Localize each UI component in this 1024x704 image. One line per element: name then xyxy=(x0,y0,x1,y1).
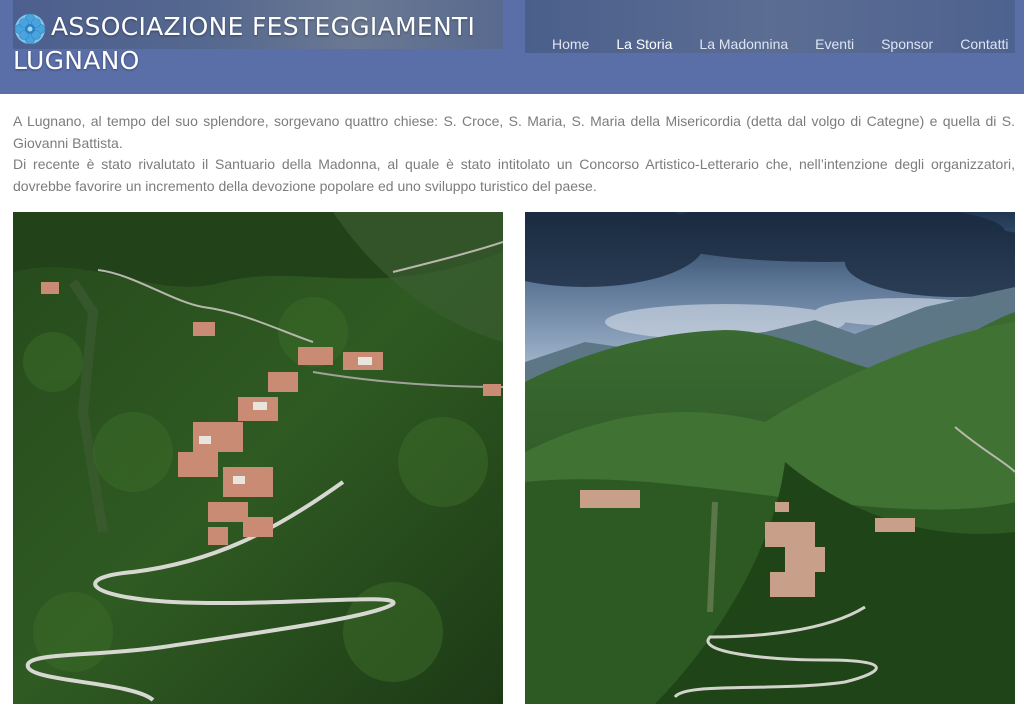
intro-text: A Lugnano, al tempo del suo splendore, s… xyxy=(13,111,1015,197)
nav-la-storia[interactable]: La Storia xyxy=(616,34,672,54)
village-aerial-photo xyxy=(13,212,503,704)
nav-sponsor[interactable]: Sponsor xyxy=(881,34,933,54)
site-title[interactable]: ASSOCIAZIONE FESTEGGIAMENTI LUGNANO xyxy=(13,10,513,78)
nav-eventi[interactable]: Eventi xyxy=(815,34,854,54)
intro-paragraph-1: A Lugnano, al tempo del suo splendore, s… xyxy=(13,113,1015,151)
intro-paragraph-2: Di recente è stato rivalutato il Santuar… xyxy=(13,156,1015,194)
site-title-text[interactable]: ASSOCIAZIONE FESTEGGIAMENTI LUGNANO xyxy=(13,12,475,75)
valley-landscape-photo xyxy=(525,212,1015,704)
nav-la-madonnina[interactable]: La Madonnina xyxy=(699,34,788,54)
nav-home[interactable]: Home xyxy=(552,34,589,54)
nav-contatti[interactable]: Contatti xyxy=(960,34,1008,54)
main-nav: Home La Storia La Madonnina Eventi Spons… xyxy=(552,34,1024,54)
flower-logo-icon[interactable] xyxy=(14,13,46,45)
site-header: ASSOCIAZIONE FESTEGGIAMENTI LUGNANO Home… xyxy=(0,0,1024,94)
